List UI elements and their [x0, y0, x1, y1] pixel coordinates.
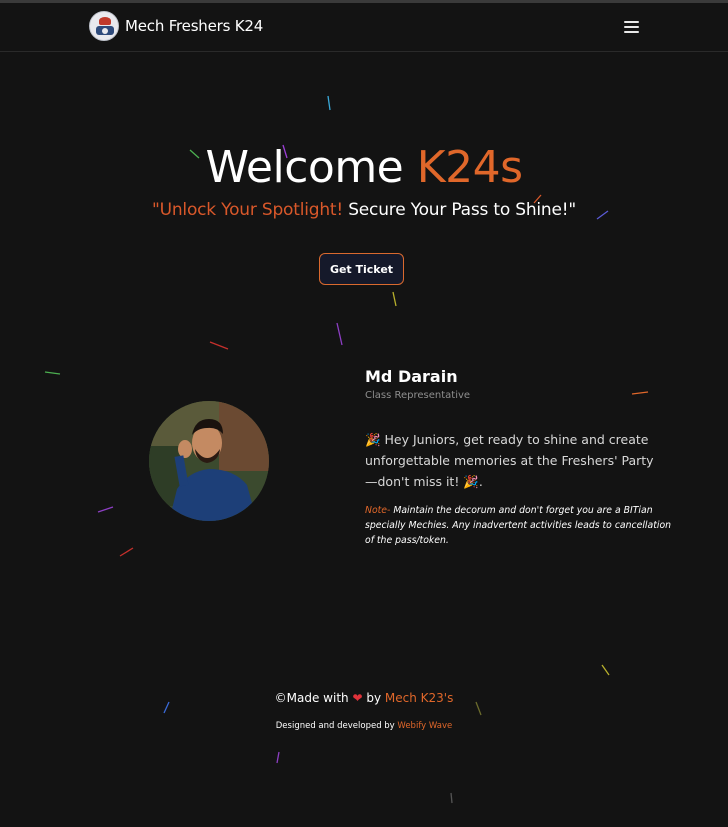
footer-by: by	[362, 691, 385, 705]
hero-title-accent: K24s	[416, 142, 523, 193]
brand-link[interactable]: Mech Freshers K24	[89, 11, 263, 41]
footer-credit-link[interactable]: Mech K23's	[385, 691, 453, 705]
note-label: Note-	[365, 505, 391, 516]
hero-title: Welcome K24s	[0, 142, 728, 193]
get-ticket-button[interactable]: Get Ticket	[319, 253, 404, 285]
footer-credit: ©Made with ❤ by Mech K23's	[0, 691, 728, 705]
tagline-rest: Secure Your Pass to Shine!"	[343, 200, 576, 220]
welcome-message: 🎉 Hey Juniors, get ready to shine and cr…	[365, 432, 654, 489]
representative-name: Md Darain	[365, 367, 458, 386]
footer-developer-link[interactable]: Webify Wave	[397, 721, 452, 731]
note-text: Note- Maintain the decorum and don't for…	[365, 503, 677, 548]
hero-tagline: "Unlock Your Spotlight! Secure Your Pass…	[0, 200, 728, 220]
footer-designed-by: Designed and developed by	[275, 721, 398, 731]
heart-icon: ❤	[352, 691, 363, 705]
representative-role: Class Representative	[365, 390, 471, 401]
footer-developer: Designed and developed by Webify Wave	[0, 721, 728, 731]
hamburger-menu-icon[interactable]	[624, 20, 639, 33]
tagline-accent: "Unlock Your Spotlight!	[152, 200, 343, 220]
representative-avatar	[149, 401, 269, 521]
page: Mech Freshers K24 Welcome K24s "Unlock Y…	[0, 0, 728, 827]
note-body: Maintain the decorum and don't forget yo…	[365, 505, 672, 546]
college-logo-icon	[89, 11, 119, 41]
navbar: Mech Freshers K24	[0, 3, 728, 52]
hero-title-main: Welcome	[205, 142, 417, 193]
brand-name: Mech Freshers K24	[125, 17, 264, 35]
footer-made-with: ©Made with	[274, 691, 353, 705]
